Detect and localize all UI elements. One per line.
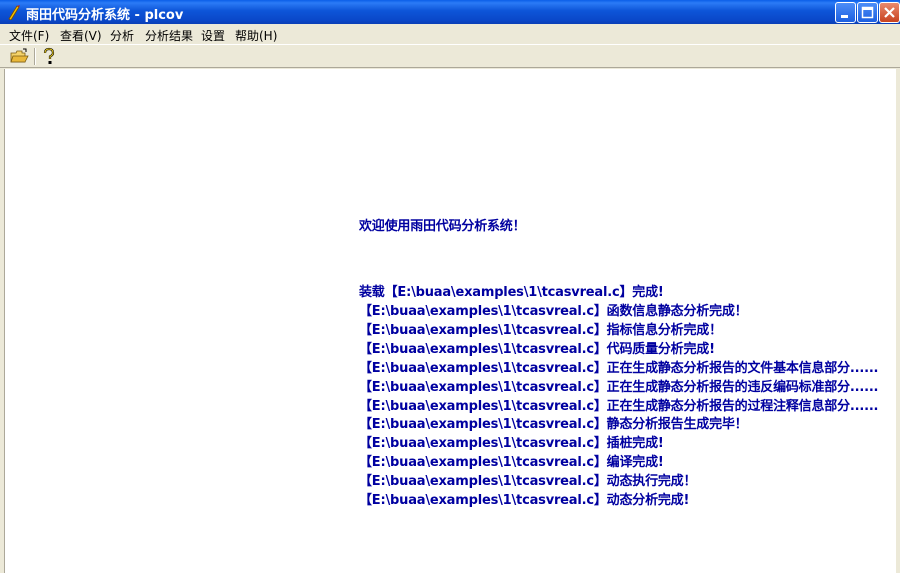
close-icon [884, 7, 895, 18]
menu-view[interactable]: 查看(V) [60, 27, 102, 44]
close-button[interactable] [879, 2, 900, 23]
help-icon [43, 47, 55, 64]
maximize-icon [861, 6, 874, 19]
log-line: 【E:\buaa\examples\1\tcasvreal.c】动态执行完成！ [359, 474, 697, 489]
menu-bar: 文件(F) 查看(V) 分析 分析结果 设置 帮助(H) [0, 24, 900, 44]
title-bar[interactable]: 雨田代码分析系统 - plcov [0, 0, 900, 24]
toolbar [0, 44, 900, 68]
menu-file[interactable]: 文件(F) [9, 27, 49, 44]
help-button[interactable] [38, 47, 60, 66]
menu-analyze[interactable]: 分析 [110, 27, 134, 44]
open-button[interactable] [9, 47, 31, 66]
app-window: 雨田代码分析系统 - plcov 文件(F) 查看(V) 分析 分析结果 设置 … [0, 0, 900, 573]
log-line: 【E:\buaa\examples\1\tcasvreal.c】函数信息静态分析… [359, 304, 748, 319]
menu-analysis-results[interactable]: 分析结果 [145, 27, 193, 44]
app-icon [6, 4, 22, 21]
minimize-icon [841, 15, 848, 18]
toolbar-separator [34, 48, 36, 65]
log-line: 【E:\buaa\examples\1\tcasvreal.c】编译完成! [359, 455, 664, 470]
log-line: 【E:\buaa\examples\1\tcasvreal.c】指标信息分析完成… [359, 323, 722, 338]
log-line: 【E:\buaa\examples\1\tcasvreal.c】动态分析完成! [359, 493, 690, 508]
open-folder-icon [10, 48, 29, 63]
log-line: 【E:\buaa\examples\1\tcasvreal.c】插桩完成! [359, 436, 664, 451]
welcome-message: 欢迎使用雨田代码分析系统！ [359, 219, 526, 234]
log-line: 【E:\buaa\examples\1\tcasvreal.c】正在生成静态分析… [359, 361, 879, 376]
log-line: 装载【E:\buaa\examples\1\tcasvreal.c】完成! [359, 285, 664, 300]
minimize-button[interactable] [835, 2, 856, 23]
menu-settings[interactable]: 设置 [201, 27, 225, 44]
log-line: 【E:\buaa\examples\1\tcasvreal.c】静态分析报告生成… [359, 417, 748, 432]
log-line: 【E:\buaa\examples\1\tcasvreal.c】正在生成静态分析… [359, 399, 879, 414]
maximize-button[interactable] [857, 2, 878, 23]
log-line: 【E:\buaa\examples\1\tcasvreal.c】代码质量分析完成… [359, 342, 715, 357]
menu-help[interactable]: 帮助(H) [235, 27, 277, 44]
output-area: 欢迎使用雨田代码分析系统！ 装载【E:\buaa\examples\1\tcas… [4, 69, 896, 573]
log-line: 【E:\buaa\examples\1\tcasvreal.c】正在生成静态分析… [359, 380, 879, 395]
window-title: 雨田代码分析系统 - plcov [26, 8, 184, 23]
